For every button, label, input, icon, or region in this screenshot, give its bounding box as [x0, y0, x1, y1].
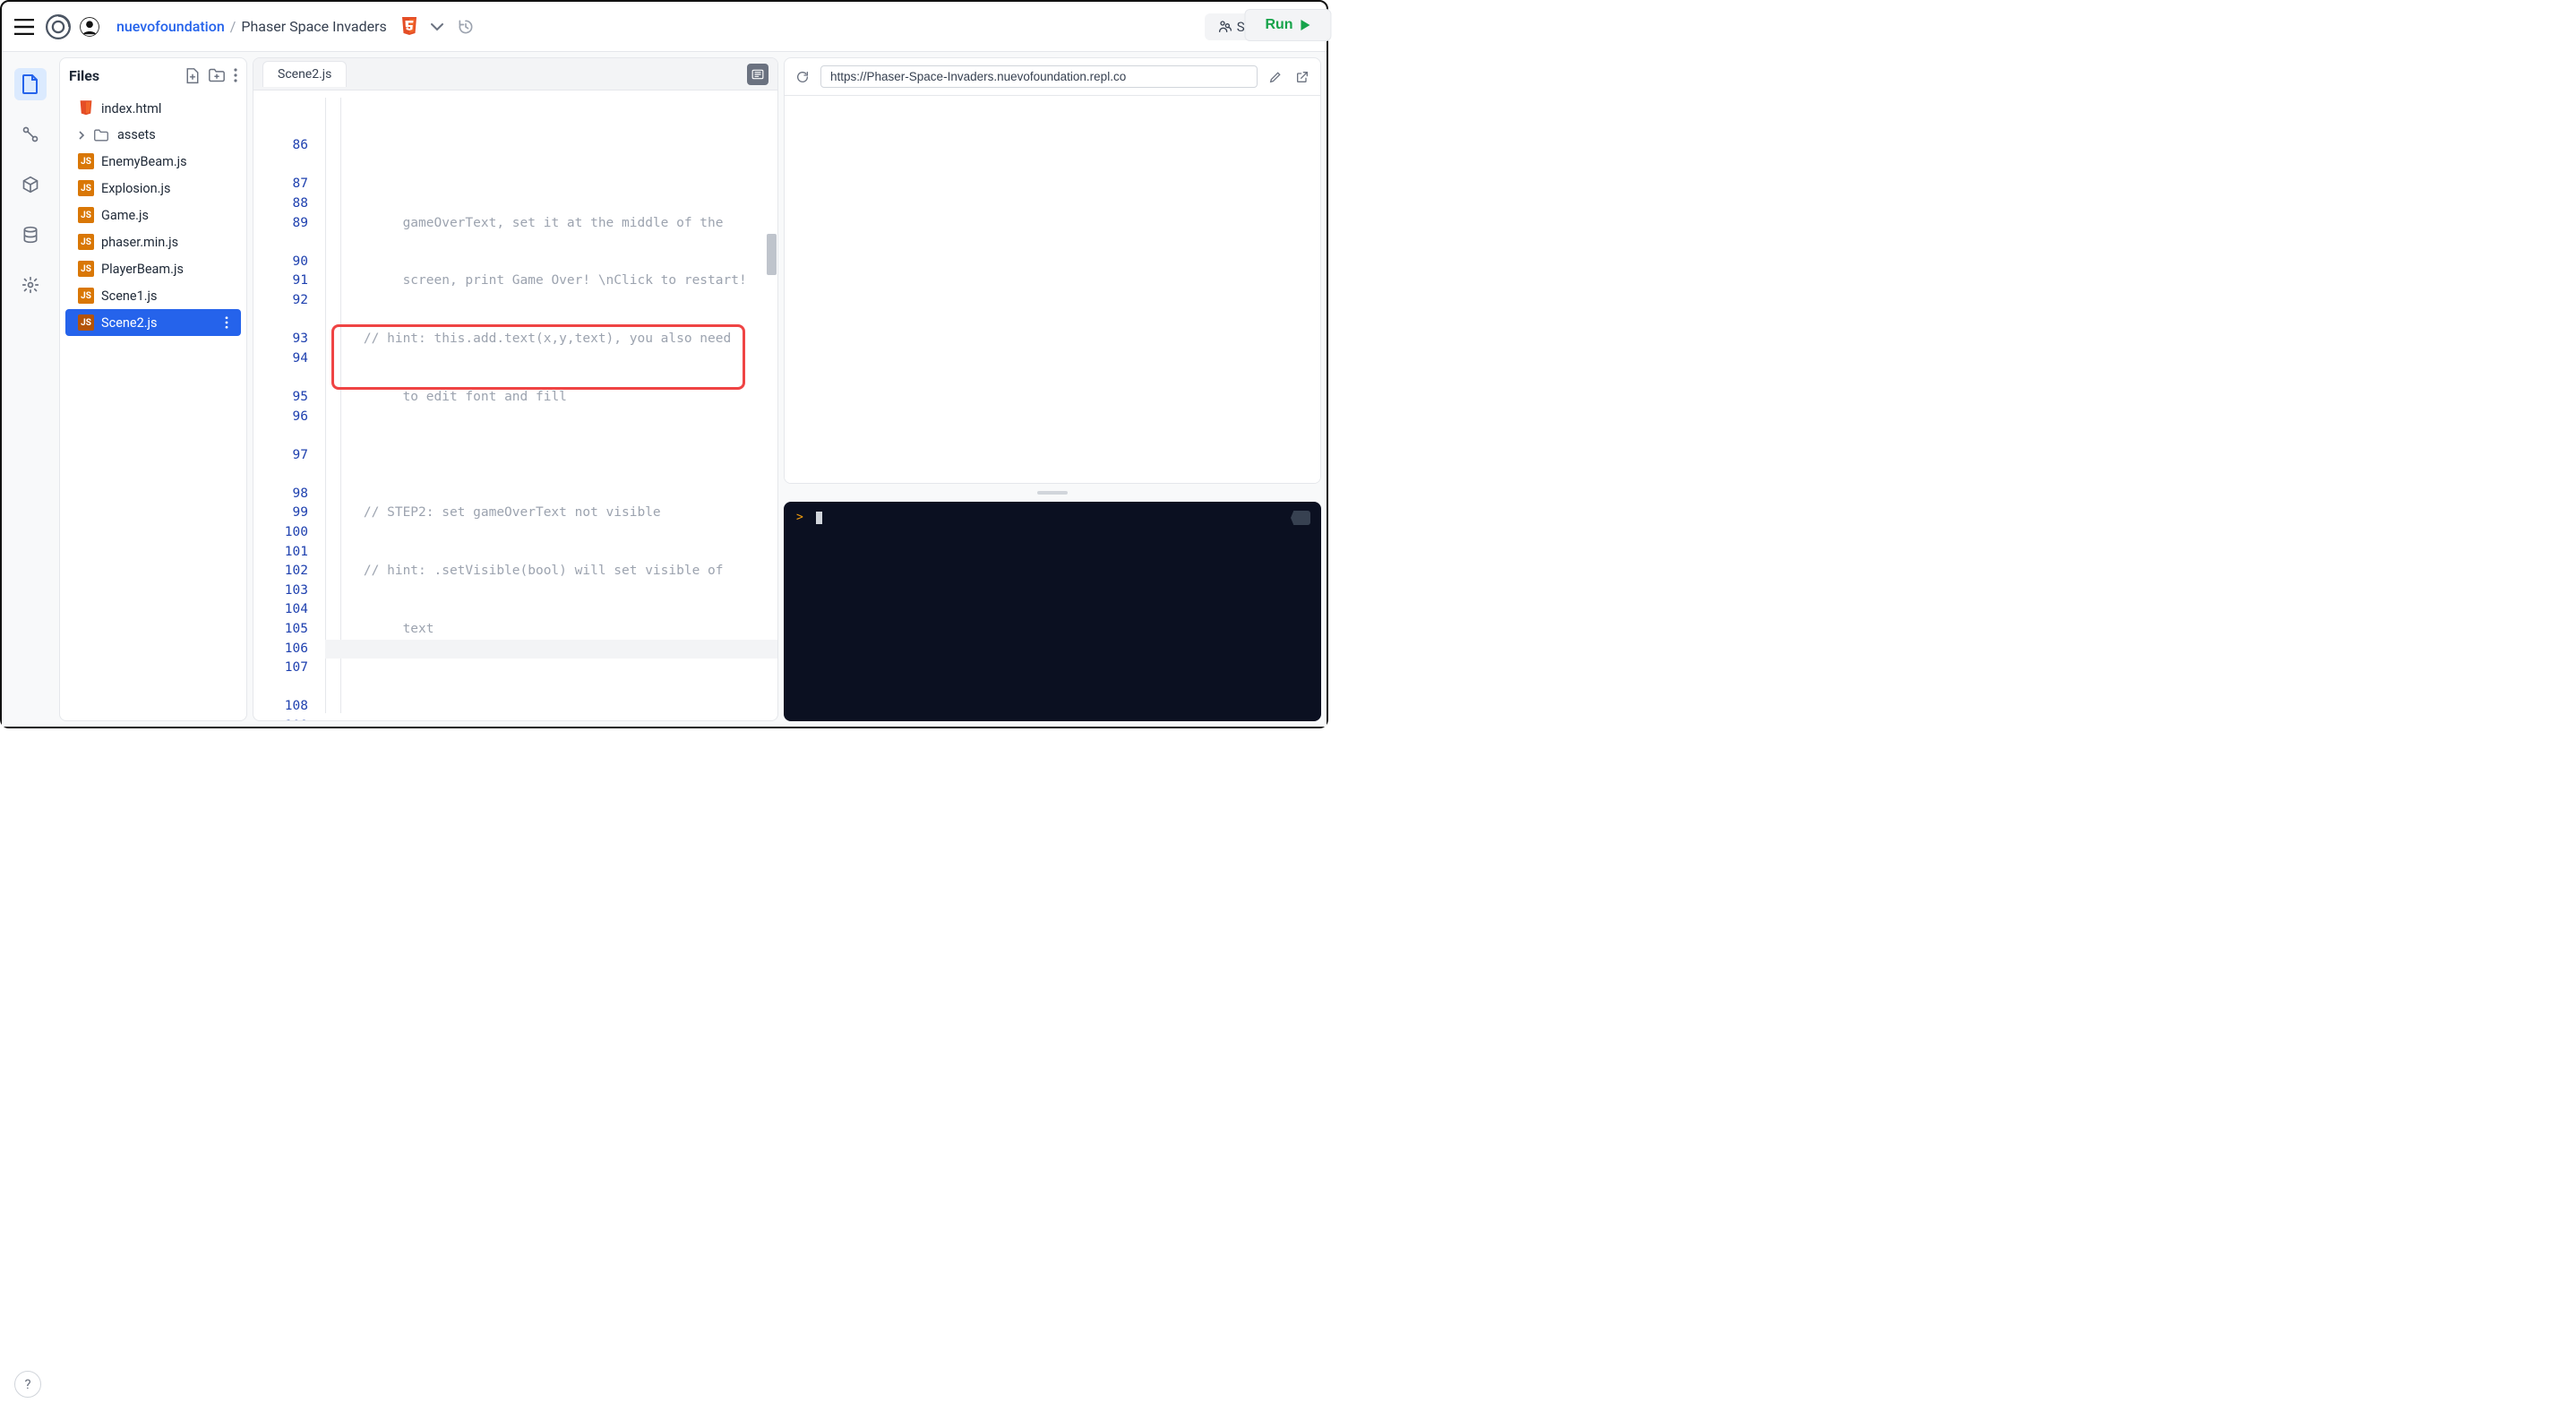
- file-name: phaser.min.js: [101, 235, 178, 250]
- preview-url-input[interactable]: [820, 65, 1258, 88]
- edit-icon[interactable]: [1267, 68, 1284, 86]
- panel-resize-handle[interactable]: [784, 489, 1321, 496]
- code-content[interactable]: gameOverText, set it at the middle of th…: [325, 90, 777, 720]
- run-label: Run: [1265, 17, 1292, 33]
- file-item-assets-folder[interactable]: assets: [65, 122, 241, 148]
- js-file-icon: JS: [78, 288, 94, 304]
- user-avatar-icon[interactable]: [79, 16, 100, 38]
- file-item-index-html[interactable]: index.html: [65, 95, 241, 122]
- files-panel: Files index.html assets JS EnemyBeam.js: [59, 57, 247, 721]
- file-name: Game.js: [101, 208, 149, 223]
- file-item-scene1[interactable]: JS Scene1.js: [65, 282, 241, 309]
- sidebar-rail: [7, 57, 54, 721]
- new-folder-icon[interactable]: [209, 68, 225, 84]
- js-file-icon: JS: [78, 153, 94, 169]
- console-panel[interactable]: >: [784, 502, 1321, 721]
- preview-toolbar: [785, 58, 1320, 96]
- editor-tab-scene2[interactable]: Scene2.js: [262, 61, 347, 87]
- new-file-icon[interactable]: [185, 68, 200, 84]
- file-item-scene2[interactable]: JS Scene2.js: [65, 309, 241, 336]
- help-button[interactable]: ?: [14, 1371, 41, 1398]
- open-external-icon[interactable]: [1293, 68, 1311, 86]
- files-rail-icon[interactable]: [14, 68, 47, 100]
- reload-icon[interactable]: [794, 68, 811, 86]
- files-title: Files: [69, 67, 99, 84]
- vcs-rail-icon[interactable]: [14, 118, 47, 151]
- settings-rail-icon[interactable]: [14, 269, 47, 301]
- html5-file-icon: [78, 100, 94, 116]
- editor-tab-bar: Scene2.js: [253, 58, 777, 90]
- console-prompt: >: [796, 511, 803, 524]
- folder-icon: [94, 129, 110, 142]
- file-more-icon[interactable]: [225, 316, 228, 329]
- preview-panel: [784, 57, 1321, 484]
- files-more-icon[interactable]: [234, 68, 237, 84]
- js-file-icon: JS: [78, 261, 94, 277]
- html5-icon: [399, 17, 419, 37]
- js-file-icon: JS: [78, 207, 94, 223]
- main-area: Files index.html assets JS EnemyBeam.js: [2, 52, 1327, 727]
- chevron-right-icon: [78, 131, 87, 140]
- breadcrumb-project[interactable]: Phaser Space Invaders: [241, 18, 386, 35]
- file-name: assets: [117, 127, 156, 142]
- file-item-playerbeam[interactable]: JS PlayerBeam.js: [65, 255, 241, 282]
- file-list: index.html assets JS EnemyBeam.js JS Exp…: [60, 93, 246, 338]
- breadcrumb-org[interactable]: nuevofoundation: [116, 18, 225, 35]
- file-name: Explosion.js: [101, 181, 170, 196]
- console-clear-icon[interactable]: [1291, 511, 1310, 525]
- chevron-down-icon[interactable]: [426, 16, 448, 38]
- right-panel: >: [784, 57, 1321, 721]
- code-editor[interactable]: 86 8788 89 9091 92 93 94 95 96 97 989910…: [253, 90, 777, 720]
- file-item-phaser-min[interactable]: JS phaser.min.js: [65, 228, 241, 255]
- database-rail-icon[interactable]: [14, 219, 47, 251]
- file-item-explosion[interactable]: JS Explosion.js: [65, 175, 241, 202]
- console-cursor: [816, 512, 822, 524]
- packages-rail-icon[interactable]: [14, 168, 47, 201]
- breadcrumb: nuevofoundation / Phaser Space Invaders: [116, 18, 387, 35]
- line-gutter: 86 8788 89 9091 92 93 94 95 96 97 989910…: [253, 90, 325, 720]
- file-item-enemybeam[interactable]: JS EnemyBeam.js: [65, 148, 241, 175]
- run-button[interactable]: Run: [1244, 9, 1331, 41]
- markdown-preview-icon[interactable]: [747, 64, 769, 85]
- files-header: Files: [60, 58, 246, 93]
- editor-panel: Scene2.js 86 8788 89 9091 92 93 94 95 96…: [253, 57, 778, 721]
- breadcrumb-separator: /: [230, 18, 236, 35]
- js-file-icon: JS: [78, 234, 94, 250]
- menu-icon[interactable]: [11, 13, 38, 40]
- replit-logo-icon[interactable]: [45, 13, 72, 40]
- history-icon[interactable]: [455, 16, 477, 38]
- header-bar: nuevofoundation / Phaser Space Invaders …: [2, 2, 1327, 52]
- file-name: Scene2.js: [101, 315, 158, 331]
- file-name: index.html: [101, 101, 161, 116]
- js-file-icon: JS: [78, 314, 94, 331]
- share-icon: [1217, 20, 1232, 34]
- file-item-game[interactable]: JS Game.js: [65, 202, 241, 228]
- js-file-icon: JS: [78, 180, 94, 196]
- file-name: PlayerBeam.js: [101, 262, 184, 277]
- preview-frame[interactable]: [785, 96, 1320, 483]
- file-name: EnemyBeam.js: [101, 154, 187, 169]
- play-icon: [1301, 19, 1311, 31]
- file-name: Scene1.js: [101, 288, 158, 304]
